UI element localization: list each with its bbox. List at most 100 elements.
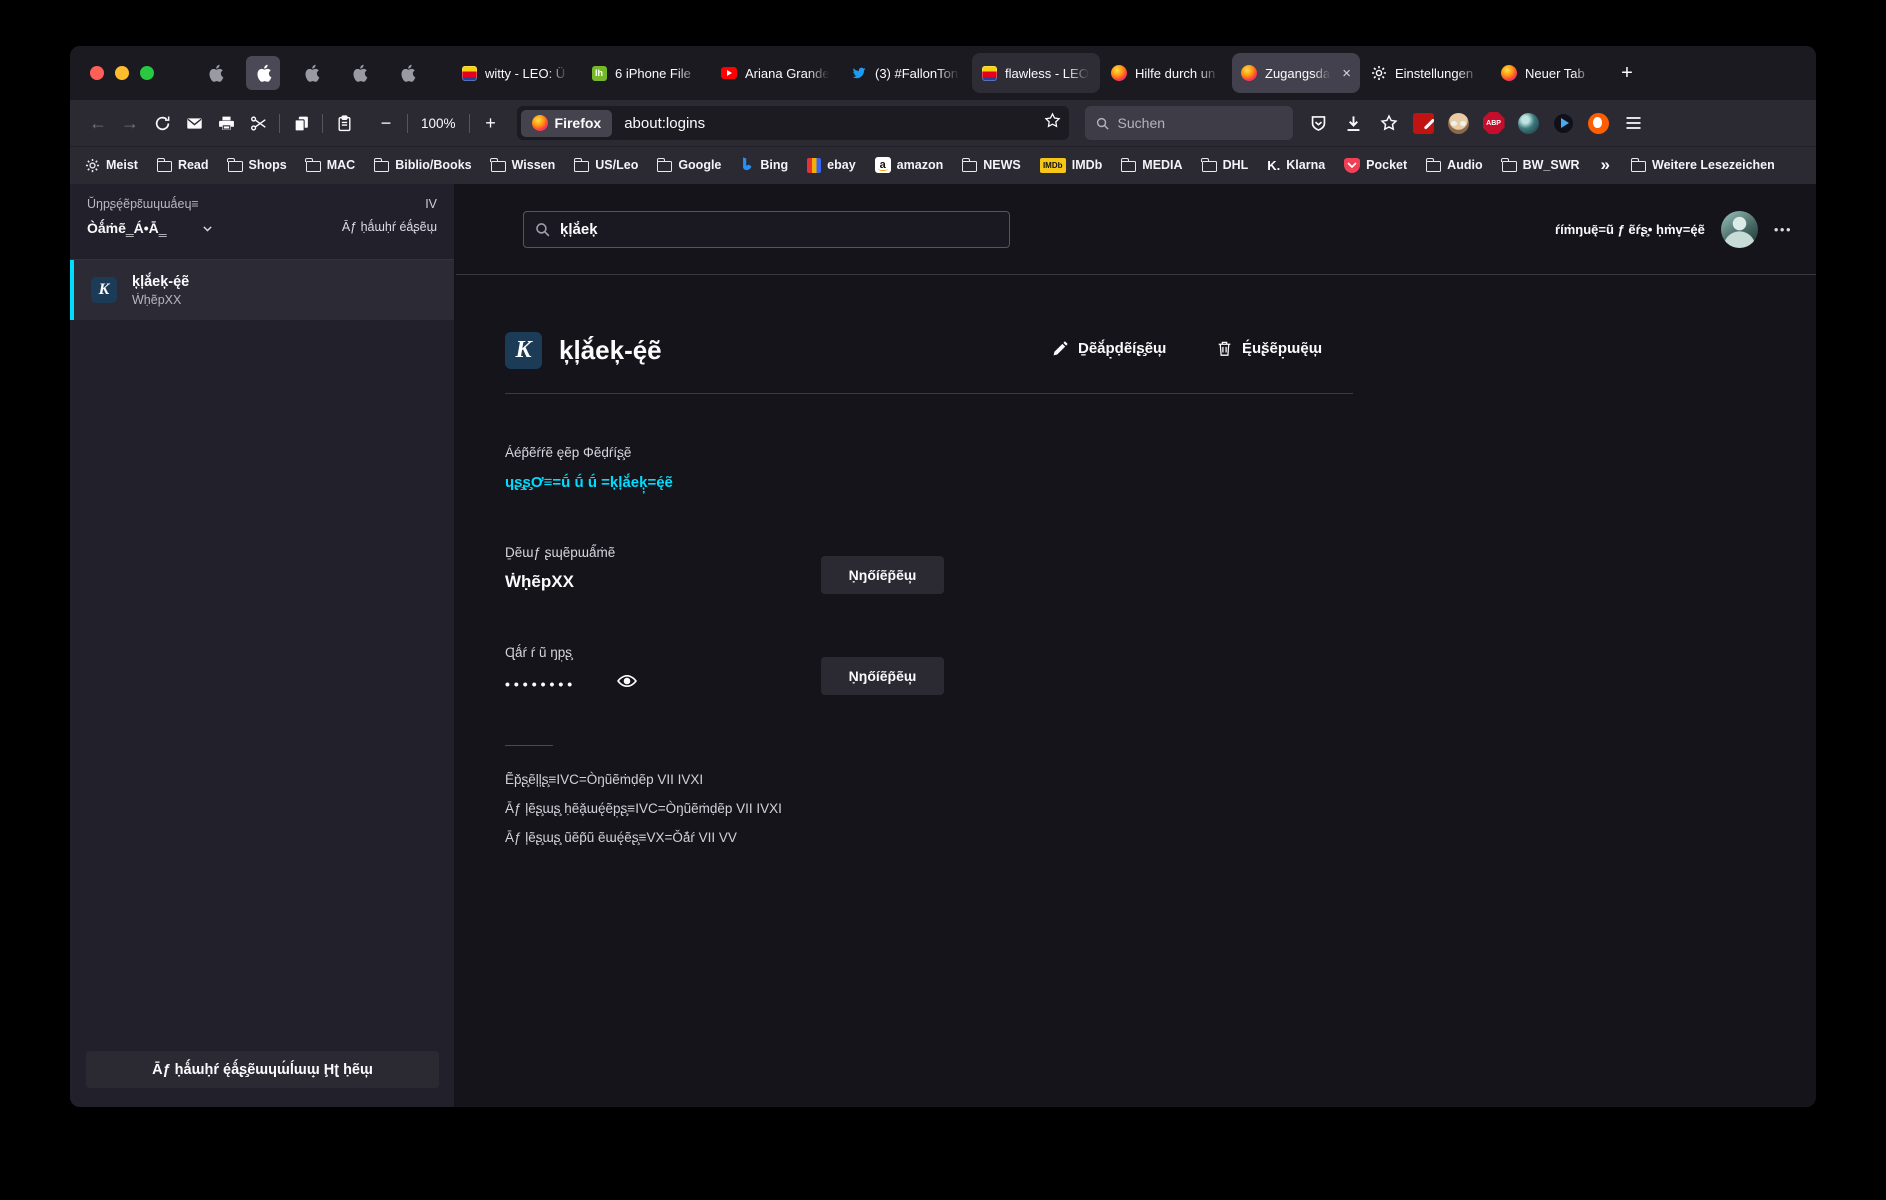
pinned-tab-apple-highlighted[interactable] [246, 56, 280, 90]
website-link[interactable]: ɥʂ̧ʂ̧Ơ≡=ṹ ṹ ṹ =ķļǎ́eķ̦=ę́ẽ [505, 474, 673, 491]
bookmark-bw-swr[interactable]: BW_SWR [1501, 157, 1580, 172]
minimize-window-button[interactable] [115, 66, 129, 80]
sort-label: Ŭŋpʂę́ẽpɛ̃ɯɥɯǻeɥ≡ [87, 197, 199, 211]
rating-star-icon[interactable] [1377, 111, 1401, 135]
tab-neuer-tab[interactable]: Neuer Tab [1492, 53, 1602, 93]
tab-ariana-grande[interactable]: Ariana Grande [712, 53, 840, 93]
tab-iphone-file[interactable]: lh 6 iPhone File [582, 53, 710, 93]
chevron-down-icon[interactable] [201, 222, 214, 235]
toolbar-separator [468, 113, 470, 133]
video-play-extension-icon[interactable] [1552, 111, 1576, 135]
edit-login-button[interactable]: Ḏẽǎ́p̣ḍẽíʂ̧ẽɯ̦ [1052, 340, 1166, 357]
copy-button[interactable] [285, 108, 317, 138]
firefox-chip[interactable]: Firefox [520, 109, 613, 137]
divider [505, 393, 1353, 394]
close-tab-icon[interactable]: × [1342, 65, 1351, 82]
toolbar-search[interactable] [1084, 106, 1293, 140]
duckduckgo-icon[interactable] [1587, 111, 1611, 135]
privacy-globe-icon[interactable] [1517, 111, 1541, 135]
bookmark-biblio-books[interactable]: Biblio/Books [373, 157, 472, 172]
folder-icon [1425, 157, 1442, 172]
reload-button[interactable] [146, 108, 178, 138]
close-window-button[interactable] [90, 66, 104, 80]
cut-button[interactable] [242, 108, 274, 138]
toolbar-separator [407, 113, 408, 133]
apple-icon [256, 64, 271, 82]
bookmark-audio[interactable]: Audio [1425, 157, 1483, 172]
url-bar[interactable]: Firefox about:logins [516, 106, 1069, 140]
bookmark-imdb[interactable]: IMDb IMDb [1039, 157, 1103, 173]
bookmark-label: IMDb [1071, 158, 1103, 172]
tab-einstellungen[interactable]: Einstellungen [1362, 53, 1490, 93]
bookmark-label: Audio [1447, 158, 1483, 172]
pinned-tab-apple[interactable] [198, 56, 232, 90]
sort-dropdown[interactable]: Òǻṁẽ‗Á•Ā‗ [87, 220, 167, 236]
paste-button[interactable] [328, 108, 360, 138]
tab-witty-leo[interactable]: witty - LEO: Ü [452, 53, 580, 93]
copy-password-button[interactable]: Ṇŋőíẽp̃ẽɯ̦ [821, 657, 944, 695]
bookmark-dhl[interactable]: DHL [1201, 157, 1248, 172]
bookmark-weitere-lesezeichen[interactable]: Weitere Lesezeichen [1630, 157, 1775, 172]
tab-zugangsdaten-active[interactable]: Zugangsda × [1232, 53, 1360, 93]
folder-icon [1120, 157, 1137, 172]
import-logins-button[interactable]: Āƒ ḥǻɯḥŕ ę́ǻʂ̧ẽɯɥɯ́ĺɯɯ̟ Ḩʈ ḥẽɯ̦ [86, 1051, 439, 1088]
pinned-tab-apple[interactable] [294, 56, 328, 90]
bookmark-media[interactable]: MEDIA [1120, 157, 1183, 172]
tab-label: (3) #FallonTon [875, 65, 959, 81]
pocket-save-icon[interactable] [1307, 111, 1331, 135]
adblock-plus-icon[interactable]: ABP [1482, 111, 1506, 135]
zoom-out-button[interactable]: − [370, 108, 402, 138]
url-text: about:logins [624, 114, 706, 132]
reveal-password-eye-icon[interactable] [616, 670, 638, 692]
new-tab-button[interactable]: + [1610, 56, 1644, 90]
bookmark-klarna[interactable]: K. Klarna [1267, 158, 1325, 173]
firefox-icon [1501, 65, 1517, 81]
zoom-in-button[interactable]: + [475, 108, 507, 138]
email-button[interactable] [178, 108, 210, 138]
toolbar-search-input[interactable] [1117, 115, 1258, 131]
bookmark-mac[interactable]: MAC [305, 157, 355, 172]
pinned-tab-apple[interactable] [390, 56, 424, 90]
bookmark-shops[interactable]: Shops [227, 157, 287, 172]
bookmark-wissen[interactable]: Wissen [490, 157, 555, 172]
delete-login-button[interactable]: Ę́uʂ̌ẽp̣ɯę̃ɯ̦ [1216, 340, 1322, 357]
show-all-link[interactable]: Āƒ ḥǻɯḥŕ éǻʂẽɯ̦ [342, 220, 437, 234]
avatar[interactable] [1720, 211, 1758, 248]
menu-icon[interactable] [1622, 111, 1646, 135]
bookmark-label: Read [177, 158, 209, 172]
logins-search-input[interactable] [560, 212, 990, 247]
print-button[interactable] [210, 108, 242, 138]
bookmark-pocket[interactable]: Pocket [1344, 157, 1407, 173]
tab-fallontonight[interactable]: (3) #FallonTon [842, 53, 970, 93]
pinned-tab-apple[interactable] [342, 56, 376, 90]
bookmark-read[interactable]: Read [156, 157, 209, 172]
login-list-item-selected[interactable]: K ķļǎ́eķ-ę́ẽ ẆḥẽpXX [70, 260, 454, 320]
zoom-window-button[interactable] [140, 66, 154, 80]
tab-hilfe[interactable]: Hilfe durch un [1102, 53, 1230, 93]
copy-username-button[interactable]: Ṇŋőíẽp̃ẽɯ̦ [821, 556, 944, 594]
bookmark-us-leo[interactable]: US/Leo [573, 157, 638, 172]
bookmark-google[interactable]: Google [656, 157, 721, 172]
wand-extension-icon[interactable] [1412, 111, 1436, 135]
bookmark-ebay[interactable]: ebay [807, 157, 856, 173]
back-button[interactable]: ← [82, 108, 114, 138]
bookmark-news[interactable]: NEWS [961, 157, 1021, 172]
trash-icon [1218, 341, 1231, 356]
logins-search-field[interactable] [523, 211, 1010, 248]
bookmarks-overflow-button[interactable]: » [1599, 155, 1612, 175]
apple-icon [352, 64, 367, 82]
meatball-menu-icon[interactable]: ••• [1774, 222, 1792, 237]
downloads-icon[interactable] [1342, 111, 1366, 135]
forward-button[interactable]: → [114, 108, 146, 138]
firefox-icon [1111, 65, 1127, 81]
zoom-level[interactable]: 100% [413, 116, 464, 131]
login-item-title: ķļǎ́eķ-ę́ẽ [132, 273, 190, 290]
bookmark-bing[interactable]: Bing [740, 156, 788, 174]
bookmark-amazon[interactable]: a amazon [874, 157, 943, 173]
bookmark-star-icon[interactable] [1044, 112, 1061, 134]
persona-extension-icon[interactable] [1447, 111, 1471, 135]
apple-icon [304, 64, 319, 82]
bookmark-meist[interactable]: Meist [85, 158, 138, 173]
bookmark-label: NEWS [983, 158, 1021, 172]
tab-flawless-leo[interactable]: flawless - LEO [972, 53, 1100, 93]
